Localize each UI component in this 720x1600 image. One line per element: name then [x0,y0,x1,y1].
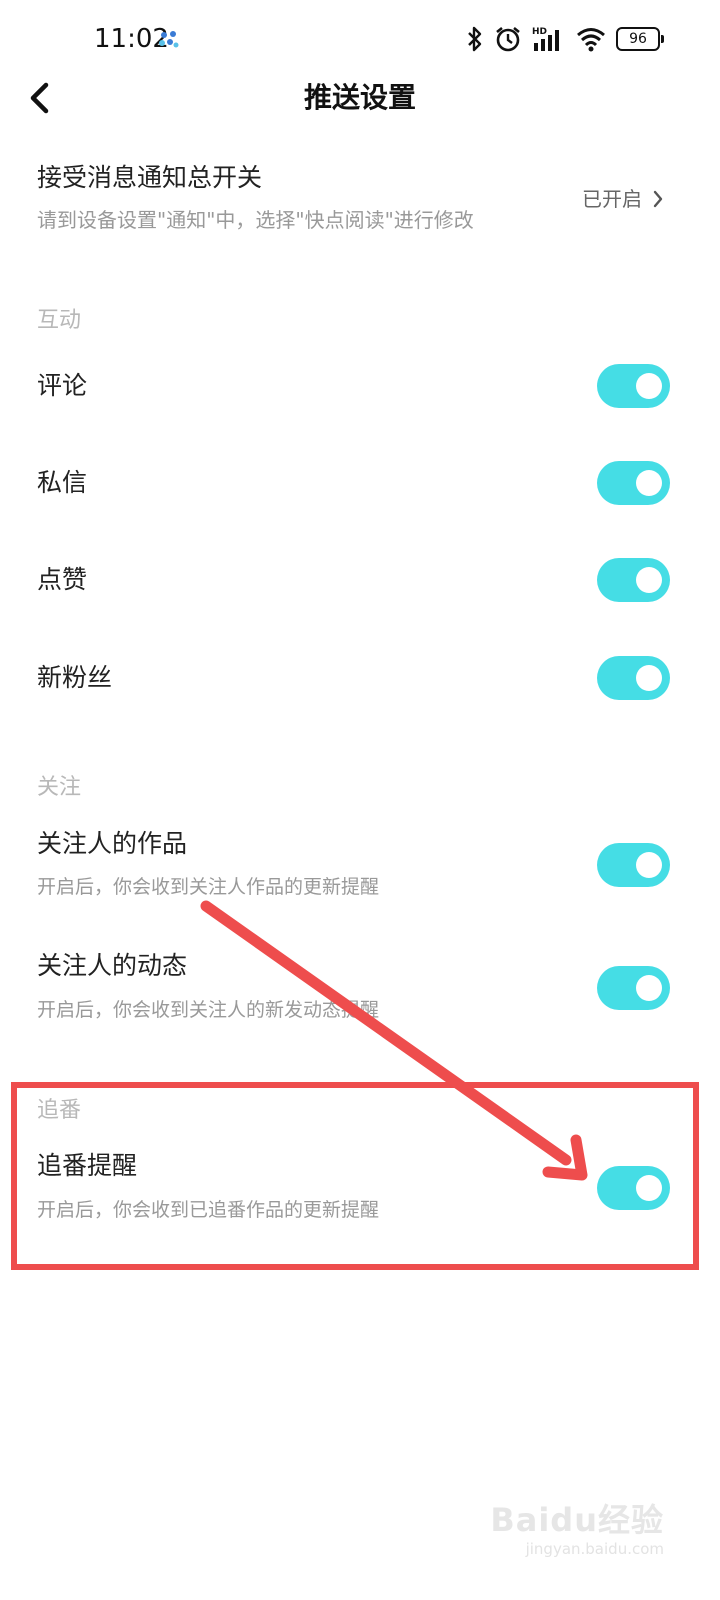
toggle-followed-works[interactable] [597,843,670,887]
row-label-like: 点赞 [37,565,88,594]
row-label-followed-works: 关注人的作品 [37,829,188,858]
wifi-icon [577,28,605,52]
page-title: 推送设置 [303,81,416,114]
toggle-knob [636,373,662,399]
svg-text:HD: HD [532,27,547,37]
toggle-private-message[interactable] [597,461,670,505]
row-label-private-message: 私信 [37,468,88,497]
app-notification-icon [159,31,179,48]
toggle-comment[interactable] [597,364,670,408]
toggle-knob [636,567,662,593]
toggle-knob [636,852,662,878]
master-notification-status-link[interactable]: 已开启 [582,184,664,214]
master-notification-status: 已开启 [582,187,642,211]
toggle-knob [636,665,662,691]
baidu-jingyan-watermark: Baidu经验 jingyan.baidu.com [490,1500,664,1558]
battery-icon: 96 [616,27,664,51]
toggle-knob [636,470,662,496]
toggle-followed-activity[interactable] [597,966,670,1010]
chevron-right-icon [653,190,663,208]
bluetooth-icon [468,26,482,52]
master-notification-description: 请到设备设置"通知"中，选择"快点阅读"进行修改 [37,208,474,232]
toggle-knob [636,975,662,1001]
row-label-new-follower: 新粉丝 [37,663,113,692]
row-desc-followed-activity: 开启后，你会收到关注人的新发动态提醒 [37,999,380,1021]
annotation-highlight-box [11,1082,699,1270]
watermark-logo: Baidu经验 [490,1501,664,1539]
master-notification-title: 接受消息通知总开关 [37,163,263,192]
toggle-like[interactable] [597,558,670,602]
status-icons: HD 96 [466,22,664,56]
alarm-icon [496,26,520,52]
section-header-interaction: 互动 [37,308,82,333]
watermark-url: jingyan.baidu.com [525,1540,664,1558]
row-desc-followed-works: 开启后，你会收到关注人作品的更新提醒 [37,876,380,898]
hd-signal-icon: HD [532,27,559,51]
row-label-comment: 评论 [37,371,88,400]
toggle-new-follower[interactable] [597,656,670,700]
row-label-followed-activity: 关注人的动态 [37,951,188,980]
section-header-follow: 关注 [37,775,82,800]
